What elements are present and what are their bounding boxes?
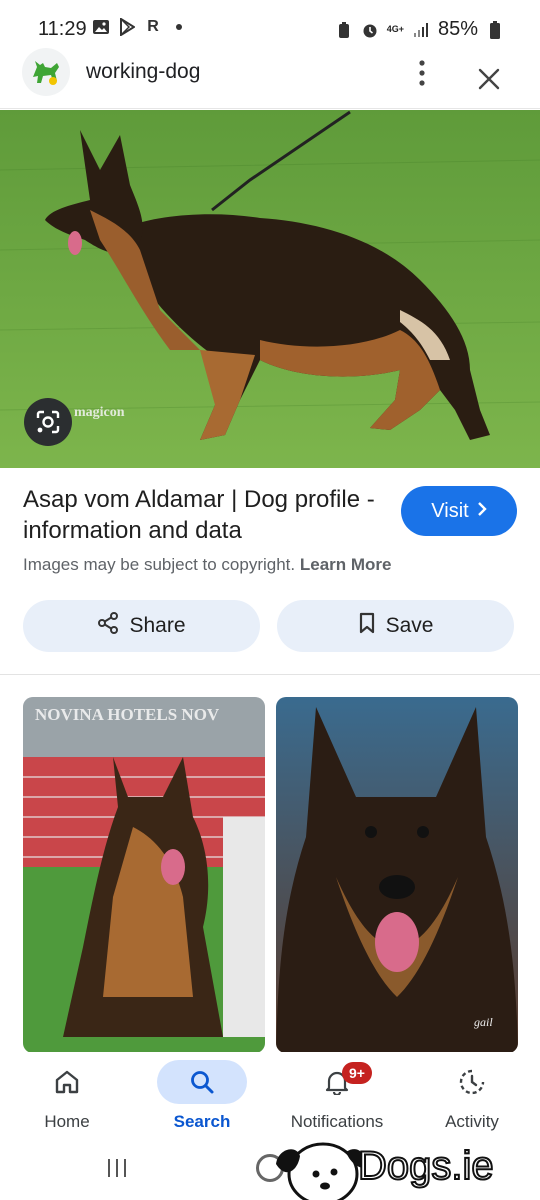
dogs-ie-watermark: Dogs.ie <box>268 1134 528 1200</box>
nav-activity[interactable]: Activity <box>417 1060 527 1140</box>
save-label: Save <box>385 614 434 637</box>
status-right-icons: 4G+ 85% <box>335 18 504 41</box>
dogs-ie-text: Dogs.ie <box>357 1143 495 1189</box>
copyright-notice: Images may be subject to copyright. Lear… <box>23 555 392 575</box>
status-time: 11:29 <box>38 18 87 40</box>
chevron-right-icon <box>477 500 487 523</box>
home-icon <box>22 1060 112 1104</box>
bottom-navigation: Home Search 9+ Notifications Activity <box>0 1052 540 1142</box>
signal-icon <box>412 21 430 39</box>
battery-percent: 85% <box>437 18 478 40</box>
visit-label: Visit <box>431 499 469 522</box>
thumbnail-signature: gail <box>474 1015 493 1029</box>
notification-badge: 9+ <box>342 1062 372 1084</box>
copyright-text: Images may be subject to copyright. <box>23 555 296 574</box>
visit-button[interactable]: Visit <box>401 486 517 536</box>
divider <box>0 674 540 675</box>
nav-search-label: Search <box>173 1112 231 1131</box>
share-icon <box>97 612 119 640</box>
battery-saver-icon <box>335 21 353 39</box>
dog-logo-icon[interactable] <box>22 48 70 96</box>
thumbnail-banner-text: NOVINA HOTELS NOV <box>35 705 220 724</box>
close-icon[interactable] <box>474 64 504 94</box>
more-vert-icon[interactable] <box>410 58 434 88</box>
nav-notifications-label: Notifications <box>290 1112 384 1131</box>
bookmark-icon <box>358 612 376 640</box>
bell-icon: 9+ <box>292 1060 382 1104</box>
status-left-icons: R <box>92 18 188 36</box>
lens-icon[interactable] <box>24 398 72 446</box>
r-icon: R <box>147 18 159 35</box>
dog-mascot-icon <box>276 1142 364 1200</box>
header: working-dog <box>0 48 540 109</box>
recents-icon[interactable] <box>104 1156 130 1180</box>
search-icon <box>157 1060 247 1104</box>
battery-icon <box>486 20 504 39</box>
save-button[interactable]: Save <box>277 600 514 652</box>
nav-notifications[interactable]: 9+ Notifications <box>282 1060 392 1140</box>
learn-more-link[interactable]: Learn More <box>300 555 392 574</box>
result-title[interactable]: Asap vom Aldamar | Dog profile - informa… <box>23 484 383 546</box>
share-label: Share <box>129 614 186 637</box>
alarm-icon <box>361 21 379 39</box>
site-name[interactable]: working-dog <box>86 60 200 84</box>
activity-icon <box>427 1060 517 1104</box>
nav-activity-label: Activity <box>445 1112 499 1131</box>
nav-home-label: Home <box>44 1112 90 1131</box>
related-image-thumbnail[interactable]: gail <box>276 697 518 1053</box>
image-watermark: magicon <box>74 405 125 420</box>
nav-home[interactable]: Home <box>12 1060 122 1140</box>
image-icon <box>92 18 110 36</box>
network-label: 4G+ <box>386 24 404 34</box>
nav-search[interactable]: Search <box>147 1060 257 1140</box>
share-button[interactable]: Share <box>23 600 260 652</box>
play-store-icon <box>118 18 136 36</box>
related-image-thumbnail[interactable]: NOVINA HOTELS NOV <box>23 697 265 1053</box>
dot-icon <box>170 18 188 36</box>
